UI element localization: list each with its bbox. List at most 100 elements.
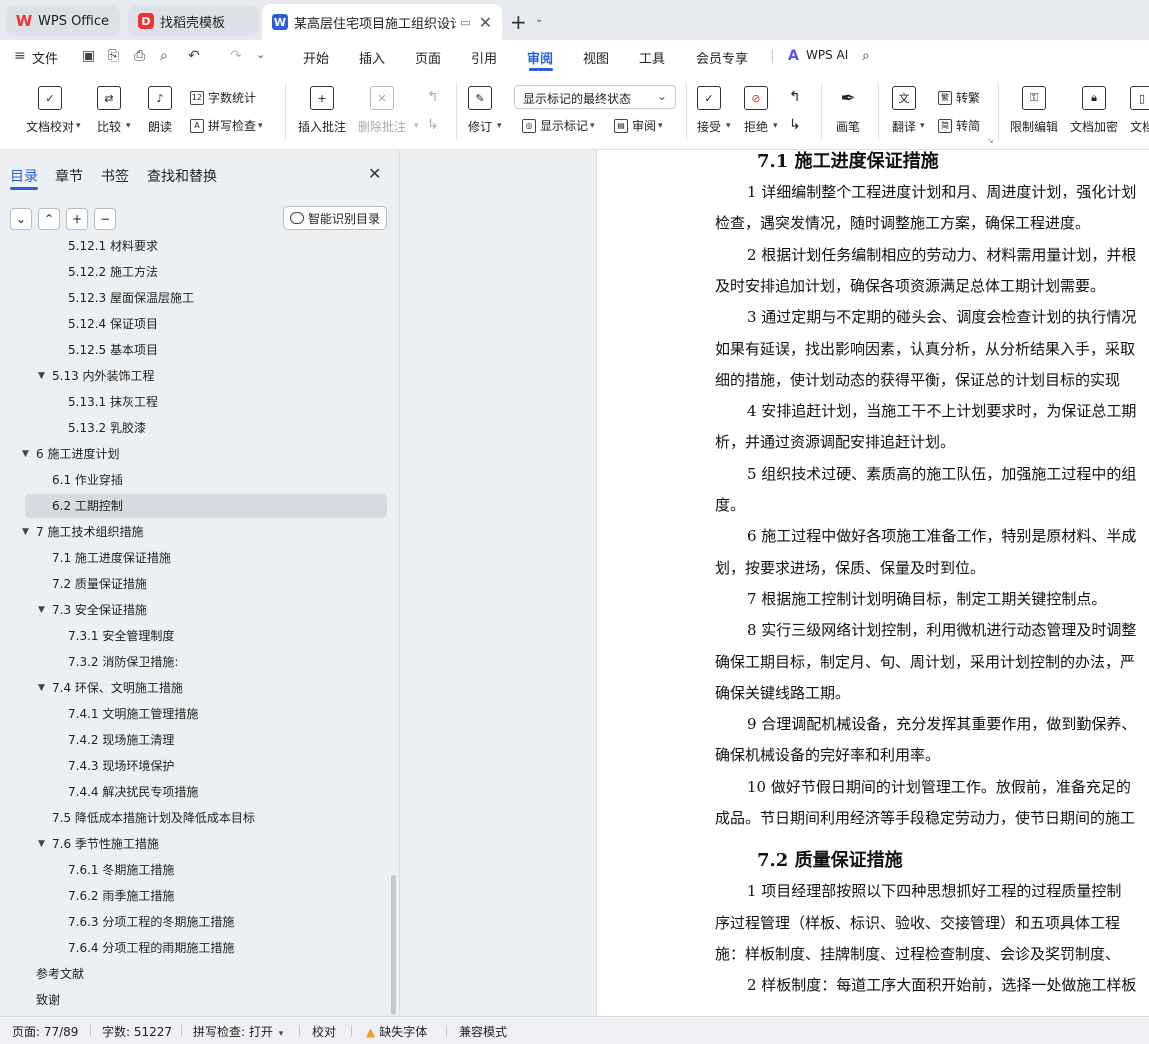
- toc-item[interactable]: 7.4.4 解决扰民专项措施: [68, 780, 198, 804]
- toc-item[interactable]: 7.6.1 冬期施工措施: [68, 858, 174, 882]
- translate-button[interactable]: 文 翻译: [892, 86, 916, 135]
- doc-encrypt-button[interactable]: 🔒︎ 文档加密: [1070, 86, 1118, 135]
- tab-wps-office[interactable]: W WPS Office: [6, 6, 120, 36]
- print-preview-icon[interactable]: ⌕: [160, 48, 168, 64]
- toc-item[interactable]: ▼ 7.6 季节性施工措施: [38, 832, 159, 856]
- read-aloud-button[interactable]: ♪ 朗读: [148, 86, 172, 135]
- toc-item[interactable]: 7.4.1 文明施工管理措施: [68, 702, 198, 726]
- to-simplified-button[interactable]: 简 转简: [938, 117, 980, 134]
- save-icon[interactable]: ▣: [82, 48, 95, 64]
- compare-button[interactable]: ⇄ 比较: [97, 86, 121, 135]
- expand-toggle-icon[interactable]: ▼: [38, 676, 45, 700]
- undo-icon[interactable]: ↶: [188, 48, 200, 64]
- expand-group-icon[interactable]: ↘: [987, 136, 994, 145]
- toc-item[interactable]: 5.12.3 屋面保温层施工: [68, 286, 194, 310]
- chevron-down-icon[interactable]: ▾: [76, 121, 81, 131]
- accept-button[interactable]: ✓ 接受: [697, 86, 721, 135]
- previous-change-icon[interactable]: ↰: [789, 89, 801, 105]
- redo-icon[interactable]: ↷: [230, 48, 242, 64]
- to-traditional-button[interactable]: 繁 转繁: [938, 89, 980, 106]
- export-icon[interactable]: ⎘: [108, 48, 119, 64]
- tab-current-document[interactable]: W 某高层住宅项目施工组织设计.docx ▭ ✕: [262, 4, 502, 40]
- chevron-down-icon[interactable]: ▾: [414, 121, 419, 131]
- review-pane-button[interactable]: ▤ 审阅 ▾: [614, 117, 663, 134]
- tab-chapters[interactable]: 章节: [55, 166, 83, 186]
- toc-item[interactable]: 5.12.5 基本项目: [68, 338, 158, 362]
- tab-find-replace[interactable]: 查找和替换: [147, 166, 217, 186]
- toc-item[interactable]: 7.5 降低成本措施计划及降低成本目标: [52, 806, 255, 830]
- show-markup-button[interactable]: ◎ 显示标记 ▾: [522, 117, 595, 134]
- doc-more-button[interactable]: ▯ 文档: [1130, 86, 1149, 135]
- toc-item[interactable]: 参考文献: [36, 962, 84, 986]
- toc-item[interactable]: 7.6.2 雨季施工措施: [68, 884, 174, 908]
- collapse-all-button[interactable]: ⌄: [10, 208, 32, 230]
- chevron-down-icon[interactable]: ▾: [497, 121, 502, 131]
- print-icon[interactable]: ⎙: [134, 48, 145, 64]
- tab-bookmarks[interactable]: 书签: [101, 166, 129, 186]
- pen-button[interactable]: ✒ 画笔: [836, 86, 860, 135]
- markup-state-select[interactable]: 显示标记的最终状态 ⌄: [514, 85, 676, 109]
- toc-item[interactable]: 6.2 工期控制: [52, 494, 123, 518]
- word-count-indicator[interactable]: 字数: 51227: [102, 1023, 172, 1040]
- search-icon[interactable]: ⌕: [862, 48, 870, 64]
- tab-toc[interactable]: 目录: [10, 166, 38, 186]
- toc-item[interactable]: 7.2 质量保证措施: [52, 572, 147, 596]
- expand-toggle-icon[interactable]: ▼: [22, 442, 29, 466]
- toc-item[interactable]: 7.3.1 安全管理制度: [68, 624, 174, 648]
- monitor-icon[interactable]: ▭: [460, 16, 470, 29]
- revise-button[interactable]: ✎ 修订: [468, 86, 492, 135]
- toc-item[interactable]: 7.3.2 消防保卫措施:: [68, 650, 178, 674]
- expand-up-button[interactable]: ⌃: [38, 208, 60, 230]
- menu-home[interactable]: 开始: [303, 48, 329, 67]
- page-indicator[interactable]: 页面: 77/89: [12, 1023, 78, 1040]
- menu-insert[interactable]: 插入: [359, 48, 385, 67]
- menu-member[interactable]: 会员专享: [696, 48, 748, 67]
- close-pane-icon[interactable]: ✕: [368, 164, 381, 183]
- expand-toggle-icon[interactable]: ▼: [38, 832, 45, 856]
- expand-toggle-icon[interactable]: ▼: [22, 520, 29, 544]
- missing-font-status[interactable]: ▲ 缺失字体: [366, 1023, 427, 1040]
- chevron-down-icon[interactable]: ▾: [126, 121, 131, 131]
- chevron-down-icon[interactable]: ▾: [773, 121, 778, 131]
- document-page[interactable]: 7.1 施工进度保证措施 1 详细编制整个工程进度计划和月、周进度计划，强化计划检…: [596, 150, 1149, 1016]
- delete-comment-button[interactable]: ✕ 删除批注: [358, 86, 406, 135]
- toc-item[interactable]: 6.1 作业穿插: [52, 468, 123, 492]
- toc-item[interactable]: 7.6.4 分项工程的雨期施工措施: [68, 936, 234, 960]
- expand-toggle-icon[interactable]: ▼: [38, 364, 45, 388]
- toc-item[interactable]: ▼ 6 施工进度计划: [22, 442, 119, 466]
- toc-item[interactable]: 5.12.4 保证项目: [68, 312, 158, 336]
- next-comment-icon[interactable]: ↳: [427, 117, 439, 133]
- menu-review[interactable]: 审阅: [527, 48, 553, 67]
- toc-item[interactable]: ▼ 7.3 安全保证措施: [38, 598, 147, 622]
- chevron-down-icon[interactable]: ⌄: [535, 14, 543, 25]
- toc-item[interactable]: ▼ 7.4 环保、文明施工措施: [38, 676, 183, 700]
- toc-item[interactable]: 7.4.2 现场施工清理: [68, 728, 174, 752]
- toc-item[interactable]: 5.12.1 材料要求: [68, 240, 158, 258]
- toc-item[interactable]: 5.13.2 乳胶漆: [68, 416, 146, 440]
- quick-access-chevron-icon[interactable]: ⌄: [256, 48, 265, 61]
- toc-item[interactable]: ▼ 7 施工技术组织措施: [22, 520, 143, 544]
- toc-item[interactable]: ▼ 5.13 内外装饰工程: [38, 364, 155, 388]
- close-tab-icon[interactable]: ✕: [479, 13, 492, 32]
- add-entry-button[interactable]: +: [66, 208, 88, 230]
- hamburger-menu-icon[interactable]: ≡: [14, 48, 26, 64]
- chevron-down-icon[interactable]: ▾: [726, 121, 731, 131]
- insert-comment-button[interactable]: + 插入批注: [298, 86, 346, 135]
- spell-check-status[interactable]: 拼写检查: 打开 ▾: [193, 1023, 283, 1040]
- menu-page[interactable]: 页面: [415, 48, 441, 67]
- smart-toc-button[interactable]: 智能识别目录: [283, 206, 387, 230]
- proof-status[interactable]: 校对: [312, 1023, 336, 1040]
- next-change-icon[interactable]: ↳: [789, 117, 801, 133]
- doc-check-button[interactable]: ✓ 文档校对: [26, 86, 74, 135]
- restrict-edit-button[interactable]: ⚿ 限制编辑: [1010, 86, 1058, 135]
- menu-tools[interactable]: 工具: [639, 48, 665, 67]
- expand-toggle-icon[interactable]: ▼: [38, 598, 45, 622]
- toc-item[interactable]: 7.6.3 分项工程的冬期施工措施: [68, 910, 234, 934]
- menu-file[interactable]: 文件: [32, 48, 58, 67]
- toc-item[interactable]: 致谢: [36, 988, 60, 1012]
- toc-item[interactable]: 5.12.2 施工方法: [68, 260, 158, 284]
- tab-docer-templates[interactable]: D 找稻壳模板: [128, 6, 258, 36]
- word-count-button[interactable]: 12 字数统计: [190, 89, 256, 106]
- menu-view[interactable]: 视图: [583, 48, 609, 67]
- spell-check-button[interactable]: A 拼写检查 ▾: [190, 117, 263, 134]
